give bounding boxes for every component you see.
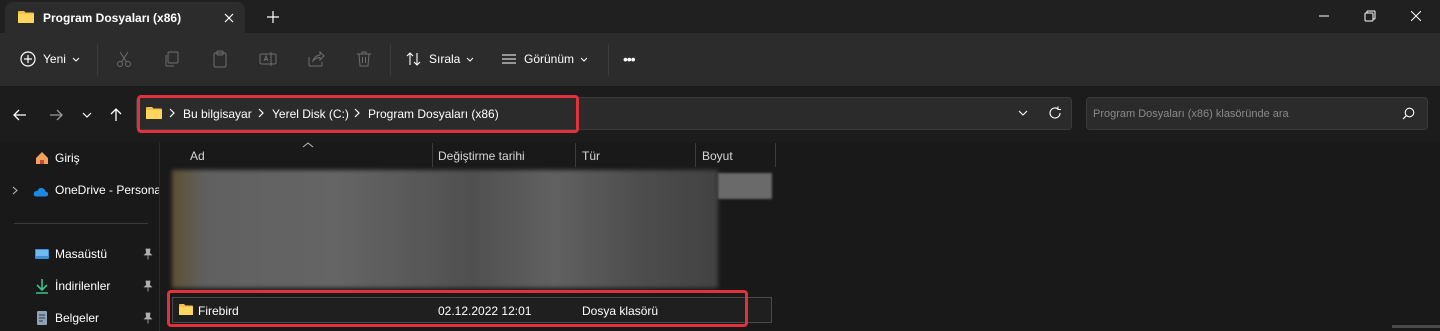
paste-icon[interactable] <box>210 49 230 69</box>
sidebar-item-downloads[interactable]: İndirilenler <box>0 274 160 298</box>
new-button[interactable]: Yeni <box>20 46 80 72</box>
column-header-type[interactable]: Tür <box>582 149 600 163</box>
toolbar-divider <box>97 44 98 76</box>
refresh-icon[interactable] <box>1048 106 1062 120</box>
pin-icon[interactable] <box>142 280 154 292</box>
download-icon <box>36 279 48 294</box>
plus-circle-icon <box>20 51 36 67</box>
column-header-modified[interactable]: Değiştirme tarihi <box>438 149 525 163</box>
chevron-down-icon <box>72 57 80 62</box>
documents-icon <box>37 311 47 325</box>
forward-icon[interactable] <box>46 105 66 125</box>
desktop-icon <box>35 249 49 259</box>
column-header-size[interactable]: Boyut <box>702 149 733 163</box>
copy-icon[interactable] <box>162 49 182 69</box>
tab-title: Program Dosyaları (x86) <box>43 11 182 25</box>
cut-icon[interactable] <box>114 49 134 69</box>
sidebar-divider <box>14 223 148 224</box>
title-bar: Program Dosyaları (x86) <box>0 0 1440 33</box>
sidebar-item-home[interactable]: Giriş <box>0 146 160 170</box>
delete-icon[interactable] <box>354 49 374 69</box>
minimize-icon[interactable] <box>1301 0 1347 32</box>
onedrive-icon <box>33 187 49 197</box>
sidebar-item-onedrive[interactable]: OneDrive - Persona <box>0 178 160 202</box>
sort-icon <box>406 52 421 66</box>
share-icon[interactable] <box>306 49 326 69</box>
close-icon[interactable] <box>219 8 239 28</box>
sidebar-item-documents[interactable]: Belgeler <box>0 306 160 330</box>
back-icon[interactable] <box>10 105 30 125</box>
maximize-icon[interactable] <box>1347 0 1393 32</box>
column-divider[interactable] <box>775 143 776 167</box>
column-divider[interactable] <box>432 143 433 167</box>
toolbar-divider <box>608 44 609 76</box>
chevron-down-icon <box>467 57 474 62</box>
sort-ascending-icon <box>302 142 314 148</box>
view-icon <box>502 54 516 64</box>
search-icon[interactable] <box>1402 107 1415 120</box>
sort-button[interactable]: Sırala <box>406 46 474 72</box>
row-highlight-annotation <box>167 290 748 327</box>
search-placeholder: Program Dosyaları (x86) klasöründe ara <box>1093 108 1289 120</box>
view-label: Görünüm <box>524 52 575 66</box>
sidebar-item-label: Giriş <box>55 151 80 165</box>
plus-icon[interactable] <box>262 6 284 28</box>
close-window-icon[interactable] <box>1393 0 1439 32</box>
sort-label: Sırala <box>429 52 461 66</box>
chevron-down-icon <box>580 57 588 62</box>
navigation-pane <box>0 142 160 331</box>
home-icon <box>36 152 48 164</box>
rename-icon[interactable] <box>258 49 278 69</box>
view-button[interactable]: Görünüm <box>501 46 588 72</box>
recent-locations-icon[interactable] <box>77 105 97 125</box>
sidebar-item-label: OneDrive - Persona <box>55 183 159 197</box>
pin-icon[interactable] <box>142 312 154 324</box>
sidebar-scrollbar[interactable] <box>159 142 160 331</box>
up-icon[interactable] <box>106 105 126 125</box>
more-options-button[interactable]: ••• <box>623 46 636 72</box>
more-icon: ••• <box>623 51 636 67</box>
folder-icon <box>18 11 34 23</box>
column-divider[interactable] <box>575 143 576 167</box>
column-header-name[interactable]: Ad <box>190 149 205 163</box>
toolbar-divider <box>390 44 391 76</box>
tab-program-dosyalari[interactable]: Program Dosyaları (x86) <box>5 2 245 33</box>
scrollbar[interactable] <box>1392 325 1440 328</box>
redacted-file-rows <box>718 173 772 199</box>
address-highlight-annotation <box>137 95 579 133</box>
column-divider[interactable] <box>695 143 696 167</box>
chevron-right-icon[interactable] <box>12 186 18 195</box>
sidebar-item-desktop[interactable]: Masaüstü <box>0 242 160 266</box>
new-label: Yeni <box>43 52 66 66</box>
chevron-down-icon[interactable] <box>1018 110 1028 116</box>
pin-icon[interactable] <box>142 248 154 260</box>
redacted-file-rows <box>172 170 718 288</box>
